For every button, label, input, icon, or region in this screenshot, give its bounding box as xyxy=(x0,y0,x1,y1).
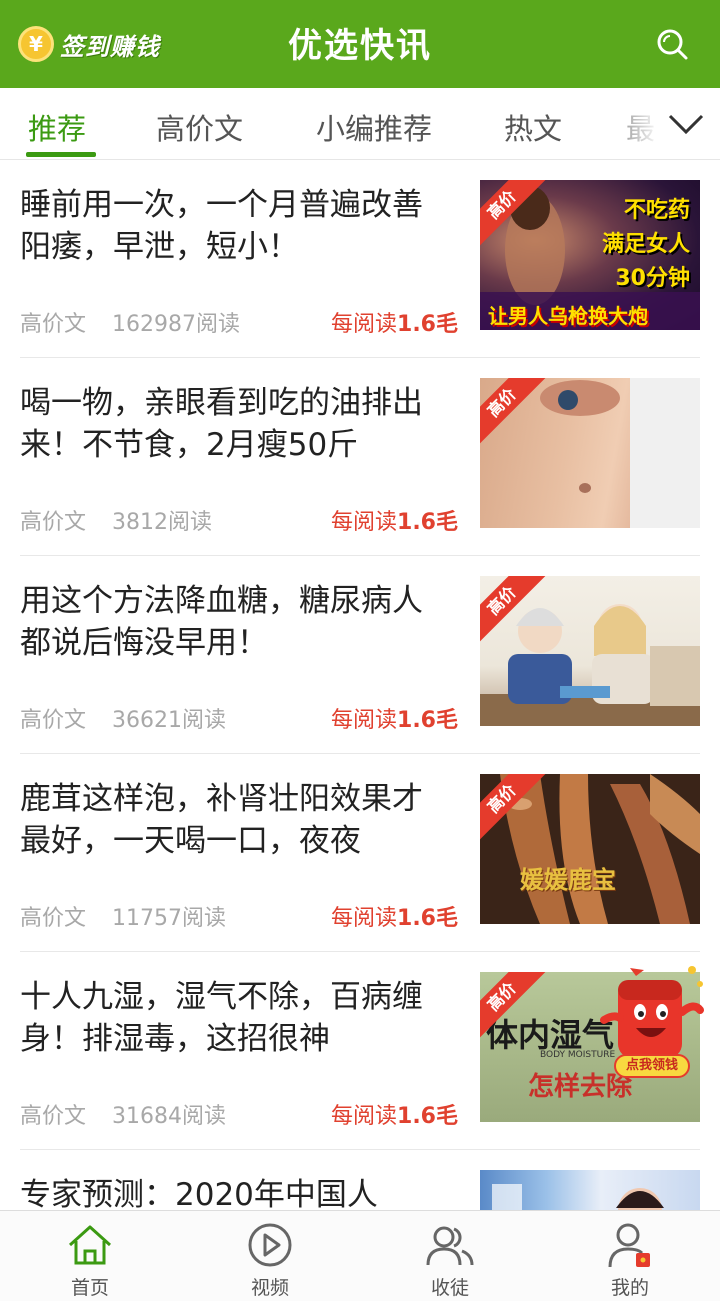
users-icon xyxy=(426,1226,474,1266)
home-icon xyxy=(68,1225,112,1265)
article-source: 高价文 xyxy=(20,906,87,931)
nav-label: 视频 xyxy=(250,1277,289,1299)
app-title: 优选快讯 xyxy=(288,26,432,66)
article-item[interactable]: 睡前用一次，一个月普遍改善阳痿，早泄，短小！ 高价文 162987阅读 每阅读1… xyxy=(20,160,700,358)
article-title[interactable]: 鹿茸这样泡，补肾壮阳效果才最好，一天喝一口，夜夜 xyxy=(20,778,450,862)
article-item[interactable]: 喝一物，亲眼看到吃的油排出来！不节食，2月瘦50斤 高价文 3812阅读 每阅读… xyxy=(20,358,700,556)
tab-recommend[interactable]: 推荐 xyxy=(28,106,86,148)
video-play-icon xyxy=(248,1223,292,1267)
article-thumbnail[interactable]: 媛媛鹿宝 高价 xyxy=(480,774,700,924)
active-tab-indicator xyxy=(26,152,96,157)
nav-profile[interactable]: 我的 xyxy=(540,1211,720,1301)
red-envelope-label: 点我领钱 xyxy=(614,1054,690,1078)
article-title[interactable]: 喝一物，亲眼看到吃的油排出来！不节食，2月瘦50斤 xyxy=(20,382,450,466)
article-source: 高价文 xyxy=(20,708,87,733)
article-read-count: 36621阅读 xyxy=(112,708,226,733)
article-reward: 每阅读1.6毛 xyxy=(331,510,458,535)
article-read-count: 162987阅读 xyxy=(112,312,240,337)
article-title[interactable]: 睡前用一次，一个月普遍改善阳痿，早泄，短小！ xyxy=(20,184,450,268)
article-title[interactable]: 十人九湿，湿气不除，百病缠身！排湿毒，这招很神 xyxy=(20,976,450,1060)
article-item[interactable]: 鹿茸这样泡，补肾壮阳效果才最好，一天喝一口，夜夜 高价文 11757阅读 每阅读… xyxy=(20,754,700,952)
thumb-caption: 30分钟 xyxy=(615,266,690,291)
chevron-down-icon xyxy=(668,114,704,135)
tab-high-price[interactable]: 高价文 xyxy=(156,106,243,148)
tab-editor-picks[interactable]: 小编推荐 xyxy=(316,106,432,148)
article-item[interactable]: 专家预测：2020年中国人 xyxy=(20,1150,700,1210)
tab-hot[interactable]: 热文 xyxy=(504,106,562,148)
nav-home[interactable]: 首页 xyxy=(0,1211,180,1301)
article-title[interactable]: 用这个方法降血糖，糖尿病人都说后悔没早用！ xyxy=(20,580,450,664)
article-thumbnail[interactable] xyxy=(480,1170,700,1210)
app-header: ¥ 签到赚钱 优选快讯 xyxy=(0,0,720,88)
category-tabs: 推荐 高价文 小编推荐 热文 最 xyxy=(0,88,720,160)
article-reward: 每阅读1.6毛 xyxy=(331,312,458,337)
article-read-count: 31684阅读 xyxy=(112,1104,226,1129)
article-item[interactable]: 十人九湿，湿气不除，百病缠身！排湿毒，这招很神 高价文 31684阅读 每阅读1… xyxy=(20,952,700,1150)
article-read-count: 3812阅读 xyxy=(112,510,212,535)
thumb-caption: 满足女人 xyxy=(601,232,690,257)
thumb-caption: 不吃药 xyxy=(623,198,690,223)
nav-label: 首页 xyxy=(70,1277,109,1299)
bottom-navigation: 首页 视频 收徒 我的 xyxy=(0,1210,720,1301)
nav-label: 我的 xyxy=(610,1277,649,1299)
article-source: 高价文 xyxy=(20,1104,87,1129)
article-reward: 每阅读1.6毛 xyxy=(331,906,458,931)
article-source: 高价文 xyxy=(20,510,87,535)
float-red-envelope-button[interactable]: 点我领钱 xyxy=(600,962,710,1082)
nav-apprentice[interactable]: 收徒 xyxy=(360,1211,540,1301)
article-thumbnail[interactable]: 高价 xyxy=(480,378,700,528)
thumb-caption: 媛媛鹿宝 xyxy=(520,866,616,894)
nav-video[interactable]: 视频 xyxy=(180,1211,360,1301)
article-title[interactable]: 专家预测：2020年中国人 xyxy=(20,1174,450,1210)
thumb-caption: 让男人乌枪换大炮 xyxy=(488,304,648,328)
profile-icon xyxy=(608,1223,650,1268)
tabs-more-button[interactable] xyxy=(620,88,720,159)
article-reward: 每阅读1.6毛 xyxy=(331,708,458,733)
article-source: 高价文 xyxy=(20,312,87,337)
article-read-count: 11757阅读 xyxy=(112,906,226,931)
article-item[interactable]: 用这个方法降血糖，糖尿病人都说后悔没早用！ 高价文 36621阅读 每阅读1.6… xyxy=(20,556,700,754)
nav-label: 收徒 xyxy=(430,1277,469,1299)
article-thumbnail[interactable]: 不吃药 满足女人 30分钟 让男人乌枪换大炮 高价 xyxy=(480,180,700,330)
article-thumbnail[interactable]: 高价 xyxy=(480,576,700,726)
article-reward: 每阅读1.6毛 xyxy=(331,1104,458,1129)
search-icon[interactable] xyxy=(654,26,690,62)
